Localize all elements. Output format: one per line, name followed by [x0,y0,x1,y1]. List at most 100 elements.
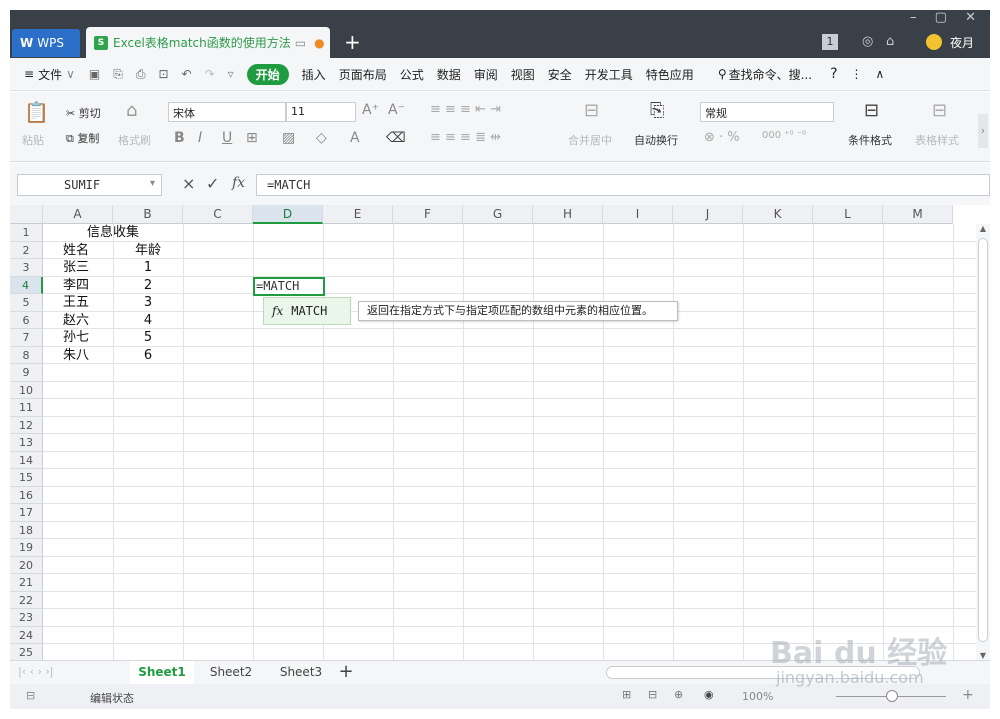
column-header-a[interactable]: A [43,205,113,224]
more-icon[interactable]: ⋮ [851,67,863,81]
cell-a2[interactable]: 姓名 [63,242,89,259]
row-header-16[interactable]: 16 [10,486,43,504]
eye-protection-icon[interactable]: ◉ [704,688,714,701]
row-header-6[interactable]: 6 [10,311,43,329]
wps-home-tab[interactable]: W WPS [12,29,80,57]
conditional-format-icon[interactable]: ⊟ [864,100,879,121]
command-search[interactable]: 查找命令、搜... [729,66,812,83]
help-icon[interactable]: ? [830,66,837,82]
spreadsheet-grid[interactable]: A B C D E F G H I J K L M 1 2 3 4 5 6 7 8 9 10 11 12 13 14 15 16 17 18… [10,205,976,660]
menu-special[interactable]: 特色应用 [646,66,694,83]
increase-font-icon[interactable]: A⁺ [362,102,379,118]
font-name-select[interactable]: 宋体 [168,102,286,122]
zoom-level[interactable]: 100% [742,690,773,703]
row-header-8[interactable]: 8 [10,346,43,364]
sheet-tab-sheet3[interactable]: Sheet3 [268,661,334,685]
column-header-g[interactable]: G [463,205,533,224]
sheet-nav-arrows-icon[interactable]: |‹ ‹ › ›| [18,665,54,678]
row-header-2[interactable]: 2 [10,241,43,259]
normal-view-icon[interactable]: ⊞ [622,688,631,701]
row-header-20[interactable]: 20 [10,556,43,574]
row-header-19[interactable]: 19 [10,539,43,557]
insert-function-icon[interactable]: fx [232,175,245,191]
cut-button[interactable]: ✂ 剪切 [66,105,101,121]
column-header-f[interactable]: F [393,205,463,224]
menu-file[interactable]: 文件 [38,66,62,83]
row-header-24[interactable]: 24 [10,626,43,644]
active-cell-d4[interactable]: =MATCH [253,277,325,296]
formula-input[interactable]: =MATCH [256,174,990,196]
cell-b5[interactable]: 3 [113,294,183,311]
chevron-down-icon[interactable]: ∨ [66,67,75,81]
row-header-23[interactable]: 23 [10,609,43,627]
row-header-11[interactable]: 11 [10,399,43,417]
conditional-format-button[interactable]: 条件格式 [848,132,892,148]
menu-review[interactable]: 审阅 [474,66,498,83]
quick-access-dropdown-icon[interactable]: ▿ [228,67,234,81]
sheet-tab-sheet2[interactable]: Sheet2 [198,661,264,685]
paste-button[interactable]: 粘贴 [22,132,44,148]
currency-icon[interactable]: ⊗ · % [704,130,740,145]
name-box-dropdown-icon[interactable]: ▾ [150,178,155,189]
name-box[interactable]: SUMIF [17,174,162,196]
merge-center-button[interactable]: 合并居中 [568,132,612,148]
sheet-tab-sheet1[interactable]: Sheet1 [130,661,194,685]
cell-b7[interactable]: 5 [113,329,183,346]
cancel-icon[interactable]: × [182,174,195,193]
cell-a6[interactable]: 赵六 [63,312,89,329]
row-header-22[interactable]: 22 [10,591,43,609]
bold-icon[interactable]: B [174,130,185,146]
cell-a3[interactable]: 张三 [63,259,89,276]
cell-a4[interactable]: 李四 [63,277,89,294]
format-painter-icon[interactable]: ⌂ [126,100,137,121]
menu-security[interactable]: 安全 [548,66,572,83]
column-header-c[interactable]: C [183,205,253,224]
row-header-14[interactable]: 14 [10,451,43,469]
fill-color-icon[interactable]: ▨ [282,130,295,146]
cell-a5[interactable]: 王五 [63,294,89,311]
underline-icon[interactable]: U [222,130,232,146]
zoom-slider-handle[interactable] [886,690,898,702]
new-tab-button[interactable]: + [344,30,361,54]
minimize-icon[interactable]: – [910,10,917,25]
vertical-scrollbar[interactable]: ▲ ▼ [976,224,990,660]
column-header-h[interactable]: H [533,205,603,224]
row-header-12[interactable]: 12 [10,416,43,434]
row-header-1[interactable]: 1 [10,224,43,242]
close-icon[interactable]: ✕ [965,10,976,25]
redo-icon[interactable]: ↷ [205,67,215,81]
macro-icon[interactable]: ⊟ [26,689,35,702]
table-style-button[interactable]: 表格样式 [915,132,959,148]
menu-view[interactable]: 视图 [511,66,535,83]
column-header-d[interactable]: D [253,205,323,224]
decrease-font-icon[interactable]: A⁻ [388,102,405,118]
save-icon[interactable]: ▣ [89,67,100,81]
cell-a7[interactable]: 孙七 [63,329,89,346]
menu-page-layout[interactable]: 页面布局 [339,66,387,83]
menu-data[interactable]: 数据 [437,66,461,83]
column-header-k[interactable]: K [743,205,813,224]
skin-icon[interactable]: ◎ [862,34,873,49]
column-header-e[interactable]: E [323,205,393,224]
menu-developer[interactable]: 开发工具 [585,66,633,83]
row-header-3[interactable]: 3 [10,259,43,277]
row-header-18[interactable]: 18 [10,521,43,539]
zoom-in-icon[interactable]: + [962,687,974,703]
confirm-icon[interactable]: ✓ [206,174,219,193]
column-header-b[interactable]: B [113,205,183,224]
scroll-thumb[interactable] [978,238,988,642]
function-suggestion[interactable]: fx MATCH [263,297,351,325]
format-painter-button[interactable]: 格式刷 [118,132,151,148]
cell-a1[interactable]: 信息收集 [43,224,183,241]
border-icon[interactable]: ⊞ [246,130,258,146]
number-format-select[interactable]: 常规 [700,102,834,122]
user-name[interactable]: 夜月 [950,34,974,51]
column-header-m[interactable]: M [883,205,953,224]
column-header-i[interactable]: I [603,205,673,224]
paste-icon[interactable]: 📋 [24,100,49,124]
row-header-7[interactable]: 7 [10,329,43,347]
page-layout-view-icon[interactable]: ⊟ [648,688,657,701]
merge-icon[interactable]: ⊟ [584,100,599,121]
scroll-up-icon[interactable]: ▲ [976,224,990,233]
add-sheet-button[interactable]: + [336,661,356,685]
